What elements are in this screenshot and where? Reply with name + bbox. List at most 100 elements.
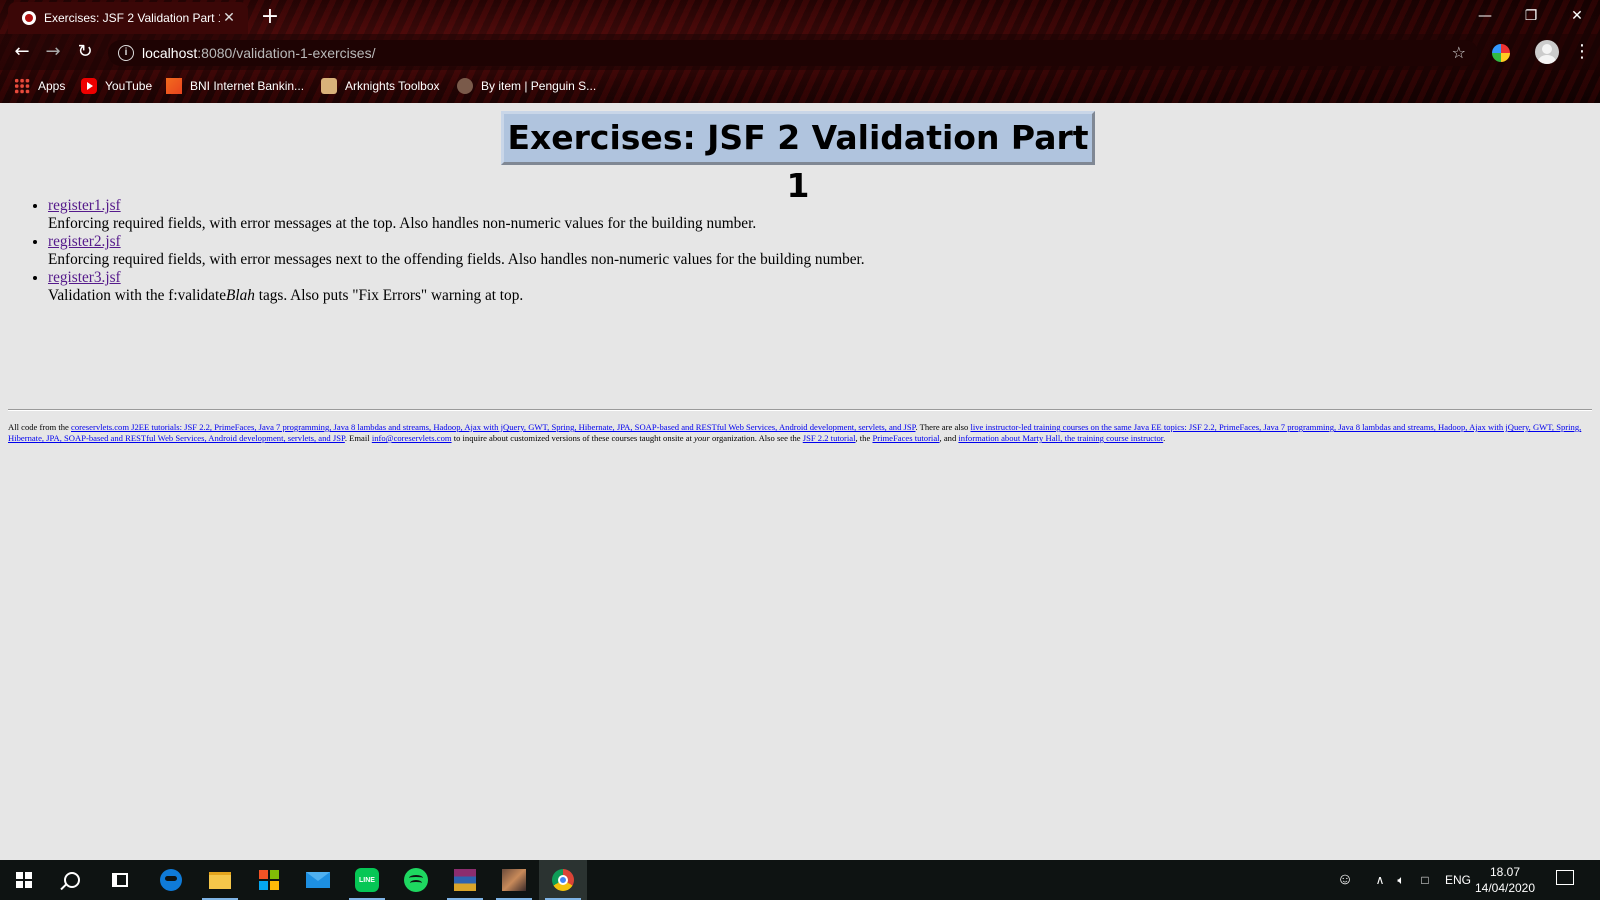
page-content: Exercises: JSF 2 Validation Part 1 regis… [0,103,1600,860]
windows-taskbar: LINE ☺ ∧ 🔈︎ □ ENG 18.07 14/04/2020 [0,860,1600,900]
arknights-icon [321,78,337,94]
bookmark-star-icon[interactable]: ☆ [1452,40,1466,66]
back-arrow-icon[interactable]: ← [9,39,35,65]
close-window-button[interactable]: ✕ [1554,2,1600,30]
extension-icon[interactable] [1492,44,1510,62]
bni-icon [166,78,182,94]
minimize-button[interactable]: — [1462,2,1508,30]
footer-segment: , the [855,433,873,443]
register1-link[interactable]: register1.jsf [48,197,121,214]
search-button[interactable] [48,860,96,900]
menu-dots-icon[interactable]: ⋮ [1573,40,1591,64]
taskbar-winrar[interactable] [441,860,489,900]
restore-button[interactable]: ❐ [1508,2,1554,30]
spotify-icon [404,868,428,892]
footer-divider [8,409,1592,411]
taskbar-file-explorer[interactable] [196,860,244,900]
reload-icon[interactable]: ↻ [72,39,98,65]
title-box: Exercises: JSF 2 Validation Part 1 [501,111,1095,205]
footer-text: All code from the coreservlets.com J2EE … [8,422,1592,444]
bookmark-label: By item | Penguin S... [481,79,597,93]
item-description: Enforcing required fields, with error me… [48,251,865,268]
register2-link[interactable]: register2.jsf [48,233,121,250]
item-description: Validation with the f:validateBlah tags.… [48,287,523,304]
taskbar-game[interactable] [490,860,538,900]
footer-segment: . [1163,433,1166,443]
windows-logo-icon [16,872,32,888]
volume-icon[interactable]: 🔈︎ [1392,860,1410,900]
footer-segment: All code from the [8,422,72,432]
footer-segment: . There are also [915,422,971,432]
browser-chrome: Exercises: JSF 2 Validation Part 1 ✕ + —… [0,0,1600,103]
bookmark-penguin[interactable]: By item | Penguin S... [457,76,596,96]
jsf-tutorial-link[interactable]: JSF 2.2 tutorial [803,433,856,443]
list-item: register3.jsf Validation with the f:vali… [48,269,865,305]
edge-icon [160,869,182,891]
bookmark-label: Arknights Toolbox [345,79,440,93]
task-view-button[interactable] [96,860,144,900]
start-button[interactable] [0,860,48,900]
youtube-icon [81,78,97,94]
clock-date: 14/04/2020 [1474,881,1536,895]
store-icon [259,870,279,890]
page-title: Exercises: JSF 2 Validation Part 1 [507,118,1089,205]
item-description: Enforcing required fields, with error me… [48,215,757,232]
network-icon[interactable]: □ [1414,860,1436,900]
browser-tab[interactable]: Exercises: JSF 2 Validation Part 1 ✕ [8,2,248,34]
bookmark-arknights[interactable]: Arknights Toolbox [321,76,440,96]
show-hidden-icons-chevron-icon[interactable]: ∧ [1371,860,1389,900]
taskbar-spotify[interactable] [392,860,440,900]
taskbar-store[interactable] [245,860,293,900]
exercise-list: register1.jsf Enforcing required fields,… [27,197,865,305]
apps-grid-icon [14,78,30,94]
game-icon [502,869,526,891]
taskbar-edge[interactable] [147,860,195,900]
bookmarks-bar: Apps YouTube BNI Internet Bankin... Arkn… [0,70,1600,102]
instructor-info-link[interactable]: information about Marty Hall, the traini… [958,433,1163,443]
bookmark-label: YouTube [105,79,153,93]
bookmark-label: BNI Internet Bankin... [190,79,305,93]
footer-italic: your [694,433,710,443]
favicon-icon [22,11,36,25]
bookmark-bni[interactable]: BNI Internet Bankin... [166,76,304,96]
desc-text: Validation with the f:validate [48,287,226,304]
taskbar-line[interactable]: LINE [343,860,391,900]
footer-segment: organization. Also see the [709,433,803,443]
taskbar-chrome[interactable] [539,860,587,900]
primefaces-tutorial-link[interactable]: PrimeFaces tutorial [872,433,939,443]
tutorials-link[interactable]: coreservlets.com J2EE tutorials: JSF 2.2… [71,422,915,432]
site-info-icon[interactable]: i [118,45,134,61]
mail-icon [306,872,330,888]
email-link[interactable]: info@coreservlets.com [372,433,452,443]
file-explorer-icon [209,871,231,889]
bookmark-label: Apps [38,79,66,93]
tab-close-icon[interactable]: ✕ [220,10,238,26]
new-tab-button[interactable]: + [258,6,282,30]
forward-arrow-icon[interactable]: → [40,39,66,65]
taskbar-mail[interactable] [294,860,342,900]
footer-segment: . Email [344,433,372,443]
tab-title: Exercises: JSF 2 Validation Part 1 [44,11,220,25]
notification-icon[interactable] [1556,870,1574,885]
chrome-icon [552,869,574,891]
list-item: register2.jsf Enforcing required fields,… [48,233,865,269]
footer-segment: to inquire about customized versions of … [451,433,695,443]
winrar-icon [454,869,476,891]
list-item: register1.jsf Enforcing required fields,… [48,197,865,233]
register3-link[interactable]: register3.jsf [48,269,121,286]
profile-avatar[interactable] [1535,40,1559,64]
address-bar[interactable]: i localhost:8080/validation-1-exercises/… [108,40,1478,66]
footer-segment: , and [939,433,959,443]
desc-text: tags. Also puts "Fix Errors" warning at … [254,287,524,304]
bookmark-apps[interactable]: Apps [14,76,65,96]
bookmark-youtube[interactable]: YouTube [81,76,152,96]
url-text[interactable]: localhost:8080/validation-1-exercises/ [142,40,375,66]
line-app-icon: LINE [355,868,379,892]
search-icon [64,872,80,888]
penguin-icon [457,78,473,94]
people-icon[interactable]: ☺ [1332,860,1358,900]
url-path: :8080/validation-1-exercises/ [197,45,376,61]
clock-time: 18.07 [1489,865,1521,879]
system-clock[interactable]: 18.07 14/04/2020 [1470,864,1540,896]
desc-italic: Blah [226,287,255,304]
